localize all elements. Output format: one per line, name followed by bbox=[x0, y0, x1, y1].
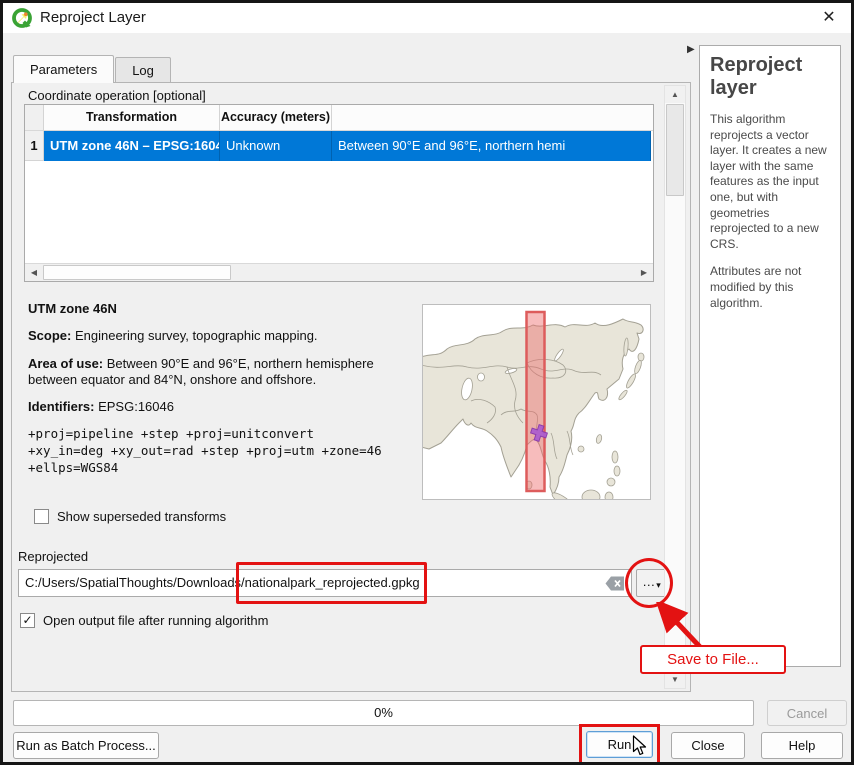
show-superseded-row: Show superseded transforms bbox=[34, 509, 226, 524]
row-number[interactable]: 1 bbox=[25, 131, 44, 161]
world-map-preview bbox=[423, 305, 650, 499]
open-after-label: Open output file after running algorithm bbox=[43, 613, 268, 628]
col-header-accuracy: Accuracy (meters) bbox=[220, 105, 332, 130]
col-header-area bbox=[332, 105, 651, 130]
col-header-transformation: Transformation bbox=[44, 105, 220, 130]
show-superseded-checkbox[interactable] bbox=[34, 509, 49, 524]
clear-field-icon[interactable] bbox=[605, 576, 625, 591]
reproject-layer-dialog: Reproject Layer ✕ Parameters Log Coordin… bbox=[0, 0, 854, 765]
cell-accuracy[interactable]: Unknown bbox=[220, 131, 332, 161]
identifiers-value: EPSG:16046 bbox=[98, 399, 174, 414]
progress-bar: 0% bbox=[13, 700, 754, 726]
proj-string: +proj=pipeline +step +proj=unitconvert +… bbox=[28, 426, 406, 477]
open-after-row: ✓ Open output file after running algorit… bbox=[20, 613, 268, 628]
check-icon: ✓ bbox=[22, 613, 32, 627]
annotation-arrow bbox=[649, 602, 711, 650]
area-of-use-label: Area of use: bbox=[28, 356, 103, 371]
help-paragraph: This algorithm reprojects a vector layer… bbox=[710, 112, 830, 252]
filename-highlight-annotation bbox=[236, 562, 427, 604]
qgis-logo-icon bbox=[11, 7, 33, 29]
identifiers-label: Identifiers: bbox=[28, 399, 94, 414]
close-button[interactable]: Close bbox=[671, 732, 745, 759]
scroll-right-icon[interactable]: ▶ bbox=[635, 264, 653, 281]
help-button[interactable]: Help bbox=[761, 732, 843, 759]
help-title: Reproject layer bbox=[710, 54, 830, 100]
tab-parameters[interactable]: Parameters bbox=[13, 55, 114, 83]
title-bar: Reproject Layer ✕ bbox=[3, 3, 851, 33]
table-header-row: Transformation Accuracy (meters) bbox=[25, 105, 653, 131]
crs-details: UTM zone 46N Scope: Engineering survey, … bbox=[28, 301, 406, 477]
reprojected-label: Reprojected bbox=[18, 549, 88, 564]
output-path-prefix: C:/Users/SpatialThoughts/Downloads/ bbox=[25, 575, 245, 590]
utm-zone-strip bbox=[527, 312, 545, 491]
cell-transformation[interactable]: UTM zone 46N – EPSG:16046 bbox=[44, 131, 220, 161]
table-row[interactable]: 1 UTM zone 46N – EPSG:16046 Unknown Betw… bbox=[25, 131, 653, 161]
cell-area[interactable]: Between 90°E and 96°E, northern hemi bbox=[332, 131, 651, 161]
scroll-up-icon[interactable]: ▲ bbox=[665, 86, 685, 103]
browse-button-circle-annotation bbox=[625, 558, 673, 608]
open-after-checkbox[interactable]: ✓ bbox=[20, 613, 35, 628]
help-panel: Reproject layer This algorithm reproject… bbox=[699, 45, 841, 667]
horizontal-scroll-thumb[interactable] bbox=[43, 265, 231, 280]
vertical-scroll-thumb[interactable] bbox=[666, 104, 684, 196]
table-horizontal-scrollbar[interactable]: ◀ ▶ bbox=[25, 263, 653, 281]
save-to-file-annotation: Save to File... bbox=[640, 645, 786, 674]
show-superseded-label: Show superseded transforms bbox=[57, 509, 226, 524]
crs-title: UTM zone 46N bbox=[28, 301, 117, 316]
scope-label: Scope: bbox=[28, 328, 71, 343]
scroll-left-icon[interactable]: ◀ bbox=[25, 264, 43, 281]
tab-log[interactable]: Log bbox=[115, 57, 171, 83]
crs-extent-map bbox=[422, 304, 651, 500]
run-as-batch-button[interactable]: Run as Batch Process... bbox=[13, 732, 159, 759]
coordinate-operation-label: Coordinate operation [optional] bbox=[28, 88, 206, 103]
window-title: Reproject Layer bbox=[40, 3, 146, 33]
parameters-pane: Coordinate operation [optional] Transfor… bbox=[11, 82, 691, 692]
table-corner bbox=[25, 105, 44, 130]
panel-collapse-icon[interactable]: ▶ bbox=[687, 44, 695, 55]
scope-value: Engineering survey, topographic mapping. bbox=[75, 328, 318, 343]
mouse-cursor-icon bbox=[632, 735, 648, 756]
tab-bar: Parameters Log bbox=[13, 55, 171, 83]
help-paragraph: Attributes are not modified by this algo… bbox=[710, 264, 830, 311]
cancel-button[interactable]: Cancel bbox=[767, 700, 847, 726]
close-icon[interactable]: ✕ bbox=[813, 3, 845, 33]
transformation-table: Transformation Accuracy (meters) 1 UTM z… bbox=[24, 104, 654, 282]
